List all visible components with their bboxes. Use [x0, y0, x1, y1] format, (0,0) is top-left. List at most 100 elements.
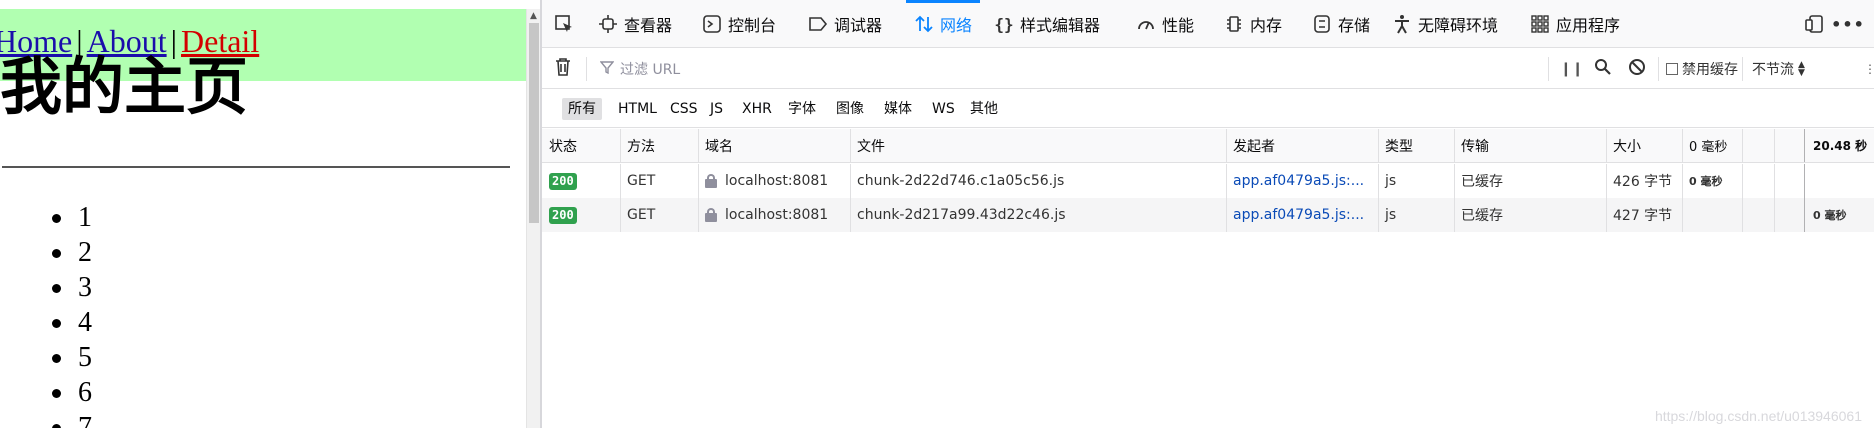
- tab-memory[interactable]: 内存: [1224, 0, 1282, 48]
- list-item-text: 5: [78, 342, 92, 373]
- type-filter-other[interactable]: 其他: [964, 98, 1004, 120]
- column-header-size[interactable]: 大小: [1606, 129, 1682, 162]
- page-scrollbar[interactable]: ▲: [526, 9, 540, 428]
- disable-cache-checkbox[interactable]: 禁用缓存: [1666, 49, 1738, 89]
- type-filter-html[interactable]: HTML: [612, 98, 663, 120]
- column-header-domain[interactable]: 域名: [698, 129, 850, 162]
- list-item-text: 1: [78, 202, 92, 233]
- waterfall-tick: [1774, 129, 1775, 162]
- debugger-icon: [808, 14, 828, 34]
- column-header-initiator[interactable]: 发起者: [1226, 129, 1378, 162]
- waterfall-tick: [1804, 129, 1805, 162]
- checkbox-box[interactable]: [1666, 63, 1678, 75]
- domain-text: localhost:8081: [725, 173, 829, 189]
- table-row[interactable]: 200 GET localhost:8081 chunk-2d22d746.c1…: [542, 164, 1874, 198]
- page-scrollbar-thumb[interactable]: [529, 23, 539, 223]
- file-cell: chunk-2d217a99.43d22c46.js: [857, 207, 1066, 223]
- toolbar-separator: [1548, 57, 1549, 81]
- initiator-link[interactable]: app.af0479a5.js:...: [1226, 164, 1378, 198]
- tab-label: 无障碍环境: [1418, 16, 1499, 35]
- type-filter-images[interactable]: 图像: [830, 98, 870, 120]
- accessibility-icon: [1392, 14, 1412, 34]
- tab-debugger[interactable]: 调试器: [808, 0, 882, 48]
- list-item-text: 6: [78, 377, 92, 408]
- list-item: 1: [50, 200, 92, 235]
- type-filter-all[interactable]: 所有: [562, 98, 602, 120]
- lock-icon: [705, 174, 717, 188]
- waterfall-timing: 0 毫秒: [1813, 209, 1847, 222]
- throttling-value: 不节流: [1752, 62, 1794, 78]
- type-filter-css[interactable]: CSS: [664, 98, 704, 120]
- column-header-status[interactable]: 状态: [542, 129, 620, 162]
- search-button[interactable]: [1594, 49, 1612, 89]
- pause-button[interactable]: ❙❙: [1560, 49, 1583, 89]
- scroll-up-icon[interactable]: ▲: [530, 11, 537, 21]
- dock-toggle-button[interactable]: [1804, 0, 1824, 48]
- type-cell: js: [1385, 207, 1397, 223]
- tab-accessibility[interactable]: 无障碍环境: [1392, 0, 1498, 48]
- network-filter-bar: 过滤 URL ❙❙ 禁用缓存 不节流 ▲ ▼ ⋮: [542, 49, 1874, 89]
- tab-label: 调试器: [834, 16, 883, 35]
- memory-icon: [1224, 14, 1244, 34]
- pick-element-button[interactable]: [554, 0, 574, 48]
- type-filter-xhr[interactable]: XHR: [736, 98, 778, 120]
- type-filter-ws[interactable]: WS: [926, 98, 961, 120]
- tab-label: 网络: [940, 16, 973, 35]
- status-badge: 200: [549, 172, 577, 190]
- bullet-icon: [52, 249, 61, 258]
- request-type-filter-bar: 所有 HTML CSS JS XHR 字体 图像 媒体 WS 其他: [542, 90, 1874, 128]
- tab-application[interactable]: 应用程序: [1530, 0, 1620, 48]
- column-divider: [1682, 198, 1683, 232]
- devtools-toolbar: 查看器 控制台 调试器 网络 {} 样式编辑器 性能 内存 存储 无障碍环境 应…: [542, 0, 1874, 48]
- initiator-link[interactable]: app.af0479a5.js:...: [1226, 198, 1378, 232]
- column-header-type[interactable]: 类型: [1378, 129, 1454, 162]
- select-arrows-icon: ▲ ▼: [1798, 60, 1805, 78]
- block-requests-button[interactable]: [1628, 49, 1646, 89]
- settings-dots-icon: ⋮: [1864, 62, 1874, 76]
- file-cell: chunk-2d22d746.c1a05c56.js: [857, 173, 1065, 189]
- column-header-method[interactable]: 方法: [620, 129, 698, 162]
- url-filter-input[interactable]: 过滤 URL: [599, 49, 1340, 89]
- waterfall-start-label: 0 毫秒: [1689, 140, 1728, 155]
- method-cell: GET: [627, 173, 656, 189]
- list-item: 3: [50, 270, 92, 305]
- network-settings-button[interactable]: ⋮: [1864, 49, 1874, 89]
- tab-network[interactable]: 网络: [905, 0, 981, 48]
- console-icon: [702, 14, 722, 34]
- lock-icon: [705, 208, 717, 222]
- watermark-text: https://blog.csdn.net/u013946061: [1654, 408, 1862, 424]
- type-filter-js[interactable]: JS: [704, 98, 729, 120]
- waterfall-tick: [1804, 164, 1805, 198]
- column-header-transferred[interactable]: 传输: [1454, 129, 1606, 162]
- throttling-select[interactable]: 不节流 ▲ ▼: [1752, 49, 1805, 89]
- application-icon: [1530, 14, 1550, 34]
- storage-icon: [1312, 14, 1332, 34]
- status-cell: 200: [542, 198, 620, 232]
- viewport-top-strip: [0, 0, 526, 9]
- tab-inspector[interactable]: 查看器: [598, 0, 672, 48]
- clear-log-button[interactable]: [554, 49, 572, 89]
- table-row[interactable]: 200 GET localhost:8081 chunk-2d217a99.43…: [542, 198, 1874, 232]
- devtools-panel: 查看器 控制台 调试器 网络 {} 样式编辑器 性能 内存 存储 无障碍环境 应…: [542, 0, 1874, 428]
- list-item: 2: [50, 235, 92, 270]
- bullet-icon: [52, 214, 61, 223]
- status-badge: 200: [549, 206, 577, 224]
- network-icon: [914, 14, 934, 34]
- tab-console[interactable]: 控制台: [702, 0, 776, 48]
- type-cell: js: [1385, 173, 1397, 189]
- size-cell: 427 字节: [1613, 208, 1673, 224]
- tab-style-editor[interactable]: {} 样式编辑器: [994, 0, 1100, 48]
- list-item-text: 2: [78, 237, 92, 268]
- horizontal-rule: [2, 166, 510, 168]
- tab-label: 应用程序: [1556, 16, 1621, 35]
- type-filter-media[interactable]: 媒体: [878, 98, 918, 120]
- column-header-file[interactable]: 文件: [850, 129, 1226, 162]
- tab-label: 内存: [1250, 16, 1283, 35]
- tab-storage[interactable]: 存储: [1312, 0, 1370, 48]
- tab-performance[interactable]: 性能: [1136, 0, 1194, 48]
- waterfall-tick: [1804, 198, 1805, 232]
- type-filter-fonts[interactable]: 字体: [782, 98, 822, 120]
- more-options-button[interactable]: •••: [1831, 0, 1864, 48]
- bullet-icon: [52, 319, 61, 328]
- method-cell: GET: [627, 207, 656, 223]
